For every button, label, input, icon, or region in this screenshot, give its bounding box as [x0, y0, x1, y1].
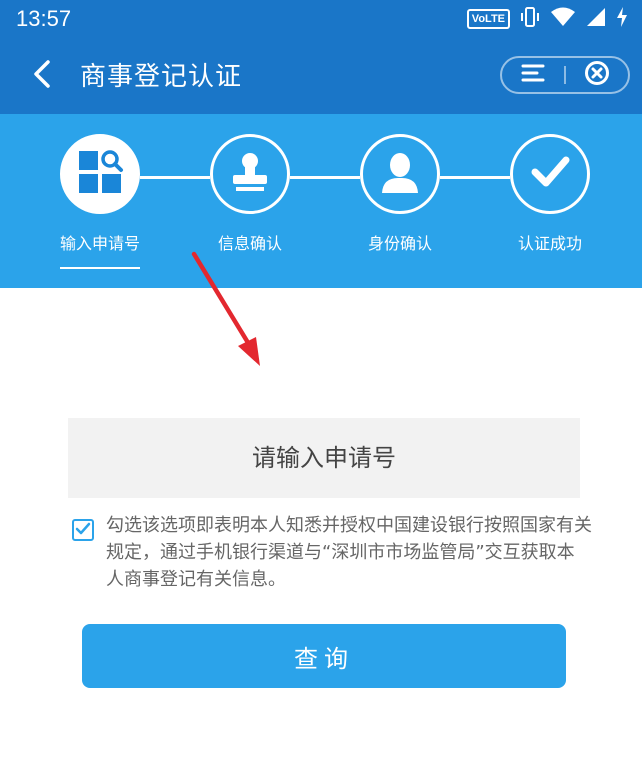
checkmark-icon — [527, 149, 573, 199]
step-certification-success: 认证成功 — [480, 114, 620, 288]
header-bar: 商事登记认证 — [0, 38, 642, 114]
progress-steps: 输入申请号 信息确认 身份确认 认证成功 — [0, 114, 642, 288]
step-label: 身份确认 — [367, 234, 432, 253]
query-button[interactable]: 查询 — [82, 624, 566, 688]
menu-icon — [521, 63, 545, 87]
stamp-icon — [227, 149, 273, 199]
step-enter-application-number: 输入申请号 — [30, 114, 170, 288]
checkmark-icon — [75, 521, 91, 540]
status-icons: VoLTE — [466, 6, 628, 32]
volte-badge: VoLTE — [466, 9, 510, 29]
status-time: 13:57 — [16, 6, 72, 31]
active-step-underline — [60, 267, 140, 269]
close-circle-icon — [584, 60, 610, 90]
annotation-arrow — [191, 251, 260, 366]
close-button[interactable] — [566, 58, 628, 92]
step-circle — [210, 134, 290, 214]
step-circle — [360, 134, 440, 214]
step-confirm-identity: 身份确认 — [330, 114, 470, 288]
page-title: 商事登记认证 — [80, 62, 243, 92]
agreement-checkbox[interactable] — [72, 519, 94, 541]
vibrate-icon — [520, 6, 540, 32]
step-label: 认证成功 — [517, 234, 582, 253]
grid-search-icon — [75, 147, 125, 201]
application-number-input[interactable] — [68, 418, 580, 498]
wifi-icon — [550, 7, 576, 31]
step-circle — [510, 134, 590, 214]
step-label: 输入申请号 — [59, 234, 140, 253]
menu-button[interactable] — [502, 58, 564, 92]
mini-program-capsule — [500, 56, 630, 94]
status-bar: 13:57 VoLTE — [0, 0, 642, 38]
battery-charging-icon — [616, 6, 628, 32]
cellular-signal-icon — [586, 7, 606, 31]
agreement-text: 勾选该选项即表明本人知悉并授权中国建设银行按照国家有关规定，通过手机银行渠道与“… — [106, 515, 592, 590]
back-chevron-icon — [33, 60, 51, 92]
person-icon — [377, 149, 423, 199]
step-circle-active — [60, 134, 140, 214]
back-button[interactable] — [26, 58, 58, 94]
